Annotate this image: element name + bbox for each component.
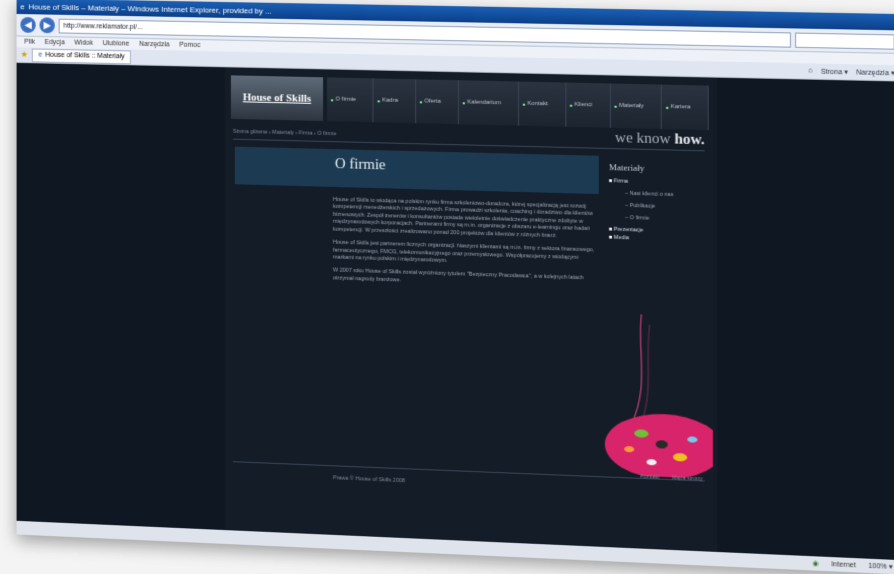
search-input[interactable]	[795, 32, 894, 50]
menu-view[interactable]: Widok	[74, 40, 93, 47]
nav-item[interactable]: Kadra	[373, 78, 416, 124]
menu-help[interactable]: Pomoc	[179, 42, 200, 49]
forward-arrow-icon[interactable]: ▶	[39, 17, 55, 34]
paragraph: W 2007 roku House of Skills został wyróż…	[332, 267, 584, 284]
security-zone: Internet	[831, 560, 856, 569]
slogan-emphasis: how.	[674, 131, 705, 149]
footer-links: Kontakt Mapa strony	[640, 474, 702, 483]
footer-copyright: Prawa © House of Skills 2008	[332, 475, 406, 485]
footer-link[interactable]: Mapa strony	[672, 475, 703, 482]
tab-label: House of Skills :: Materiały	[45, 51, 125, 61]
slogan: we know how.	[615, 130, 705, 149]
nav-item[interactable]: Klienci	[565, 82, 611, 128]
back-arrow-icon[interactable]: ◀	[20, 16, 36, 33]
footer-link[interactable]: Kontakt	[640, 474, 659, 481]
nav-item[interactable]: Kalendarium	[458, 80, 519, 126]
page-viewport: House of Skills O firmie Kadra Oferta Ka…	[16, 62, 894, 561]
website: House of Skills O firmie Kadra Oferta Ka…	[225, 67, 717, 552]
paragraph: House of Skills jest partnerem licznych …	[332, 239, 595, 264]
sidebar: Materiały Firma Nasi klienci o nas Publi…	[609, 162, 707, 246]
page-menu[interactable]: Strona ▾	[821, 67, 848, 76]
paint-palette-illustration	[604, 313, 713, 479]
nav-item[interactable]: Materiały	[610, 83, 663, 130]
main-navigation: O firmie Kadra Oferta Kalendarium Kontak…	[327, 77, 709, 131]
paragraph: House of Skills to wiodąca na polskim ry…	[332, 196, 593, 239]
article-body: House of Skills to wiodąca na polskim ry…	[333, 197, 595, 297]
ie-logo-icon: e	[20, 1, 25, 11]
favorites-star-icon[interactable]: ★	[20, 49, 28, 60]
slogan-text: we know	[615, 129, 671, 148]
sidebar-title: Materiały	[608, 162, 645, 174]
nav-item[interactable]: Kontakt	[518, 81, 566, 127]
page-title: O firmie	[334, 156, 386, 174]
title-banner: O firmie	[234, 146, 599, 195]
window-title: House of Skills – Materiały – Windows In…	[28, 1, 272, 16]
sidebar-subitem[interactable]: Nasi klienci o nas	[625, 191, 707, 199]
nav-item[interactable]: O firmie	[327, 77, 374, 123]
menu-edit[interactable]: Edycja	[45, 39, 65, 46]
sidebar-subitem[interactable]: Publikacje	[625, 203, 707, 211]
menu-tools[interactable]: Narzędzia	[139, 41, 170, 49]
tools-menu[interactable]: Narzędzia ▾	[856, 68, 894, 77]
menu-favorites[interactable]: Ulubione	[103, 40, 130, 47]
zoom-level[interactable]: 100% ▾	[868, 562, 892, 571]
nav-item[interactable]: Kariera	[662, 84, 709, 131]
sidebar-item-firma[interactable]: Firma	[609, 178, 707, 187]
site-logo[interactable]: House of Skills	[230, 75, 324, 122]
page-icon: e	[38, 51, 43, 59]
menu-file[interactable]: Plik	[24, 39, 35, 46]
home-icon[interactable]: ⌂	[808, 67, 812, 75]
sidebar-subitem[interactable]: O firmie	[625, 215, 707, 223]
sidebar-item-media[interactable]: Media	[609, 235, 707, 244]
browser-window: e House of Skills – Materiały – Windows …	[16, 0, 894, 574]
command-bar: ⌂ Strona ▾ Narzędzia ▾	[808, 67, 894, 77]
browser-tab[interactable]: e House of Skills :: Materiały	[31, 48, 132, 64]
breadcrumb[interactable]: Strona główna › Materiały › Firma › O fi…	[233, 129, 336, 137]
nav-item[interactable]: Oferta	[415, 79, 459, 125]
